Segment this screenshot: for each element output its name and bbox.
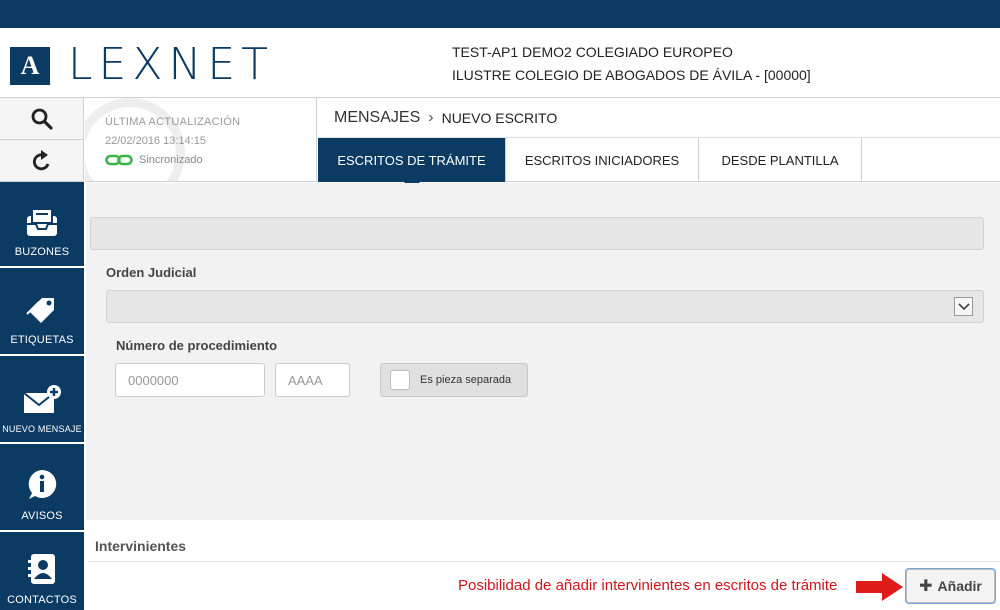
search-button[interactable] xyxy=(0,98,84,140)
arrow-right-icon xyxy=(856,573,903,601)
divider xyxy=(88,561,1000,562)
annotation-note: Posibilidad de añadir intervinientes en … xyxy=(458,577,838,594)
refresh-button[interactable] xyxy=(0,140,84,182)
sync-status-text: Sincronizado xyxy=(139,154,203,166)
logo-letter: A xyxy=(20,51,40,80)
sidebar-label: AVISOS xyxy=(21,510,63,522)
sync-date: 22/02/2016 13:14:15 xyxy=(105,135,206,147)
sidebar-item-avisos[interactable]: AVISOS xyxy=(0,446,84,532)
add-interviniente-button[interactable]: ✚ Añadir xyxy=(906,569,995,603)
logo[interactable]: A xyxy=(10,47,50,85)
pieza-separada-label: Es pieza separada xyxy=(420,374,512,386)
plus-icon: ✚ xyxy=(919,578,933,595)
tags-icon xyxy=(26,298,54,323)
numero-procedimiento-input[interactable] xyxy=(115,363,265,397)
sidebar: BUZONES ETIQUETAS NUEVO MENSAJE AVISOS C… xyxy=(0,182,84,610)
sidebar-item-etiquetas[interactable]: ETIQUETAS xyxy=(0,270,84,356)
pieza-separada-checkbox[interactable] xyxy=(390,370,410,390)
user-name: TEST-AP1 DEMO2 COLEGIADO EUROPEO xyxy=(452,44,733,60)
sidebar-label: CONTACTOS xyxy=(7,594,77,606)
chevron-down-icon[interactable] xyxy=(954,297,973,316)
link-icon xyxy=(105,154,133,166)
sync-label: ÚLTIMA ACTUALIZACIÓN xyxy=(105,116,241,128)
numero-procedimiento-label: Número de procedimiento xyxy=(116,338,278,353)
sync-status: Sincronizado xyxy=(105,154,203,166)
intervinientes-title: Intervinientes xyxy=(95,538,187,554)
sidebar-label: BUZONES xyxy=(14,246,70,258)
top-field[interactable] xyxy=(90,217,984,250)
info-icon xyxy=(28,469,57,499)
sidebar-item-nuevo-mensaje[interactable]: NUEVO MENSAJE xyxy=(0,358,84,444)
top-bar xyxy=(0,0,1000,28)
contacts-icon xyxy=(28,554,55,584)
chevron-right-icon: › xyxy=(428,108,434,126)
sidebar-item-contactos[interactable]: CONTACTOS xyxy=(0,534,84,610)
tab-escritos-iniciadores[interactable]: ESCRITOS INICIADORES xyxy=(506,138,699,182)
sidebar-item-buzones[interactable]: BUZONES xyxy=(0,182,84,268)
sync-panel: ÚLTIMA ACTUALIZACIÓN 22/02/2016 13:14:15… xyxy=(85,98,317,182)
orden-judicial-select[interactable] xyxy=(106,290,984,323)
user-organization: ILUSTRE COLEGIO DE ABOGADOS DE ÁVILA - [… xyxy=(452,67,811,83)
tab-desde-plantilla[interactable]: DESDE PLANTILLA xyxy=(699,138,862,182)
pieza-separada-toggle[interactable]: Es pieza separada xyxy=(380,363,528,397)
breadcrumb-parent[interactable]: MENSAJES xyxy=(334,109,420,127)
app-header: A LEXNET TEST-AP1 DEMO2 COLEGIADO EUROPE… xyxy=(0,28,1000,98)
inbox-icon xyxy=(27,208,57,236)
tab-bar: ESCRITOS DE TRÁMITE ESCRITOS INICIADORES… xyxy=(318,138,1000,190)
sidebar-label: NUEVO MENSAJE xyxy=(2,424,82,434)
add-button-label: Añadir xyxy=(937,578,982,594)
breadcrumb-current: NUEVO ESCRITO xyxy=(441,109,558,126)
brand-name: LEXNET xyxy=(68,39,275,90)
search-icon xyxy=(31,108,53,130)
tab-escritos-tramite[interactable]: ESCRITOS DE TRÁMITE xyxy=(318,138,506,190)
breadcrumb: MENSAJES › NUEVO ESCRITO xyxy=(318,98,1000,138)
orden-judicial-label: Orden Judicial xyxy=(106,265,197,280)
refresh-icon xyxy=(32,149,49,170)
form-panel: Orden Judicial Número de procedimiento E… xyxy=(86,183,1000,520)
year-input[interactable] xyxy=(275,363,350,397)
new-message-icon xyxy=(23,385,61,413)
sidebar-label: ETIQUETAS xyxy=(10,334,74,346)
